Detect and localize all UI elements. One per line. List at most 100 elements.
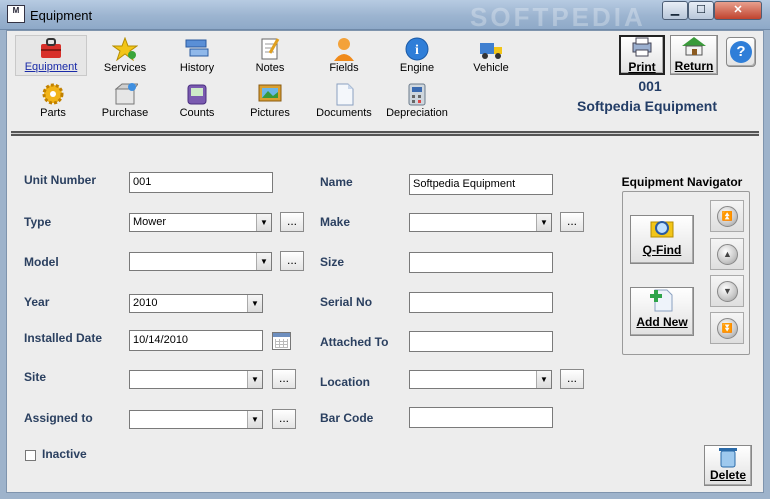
star-icon xyxy=(111,36,139,62)
model-select[interactable]: ▼ xyxy=(129,252,272,271)
type-select[interactable]: Mower ▼ xyxy=(129,213,272,232)
size-input[interactable] xyxy=(409,252,553,273)
unit-number-label: Unit Number xyxy=(24,173,96,187)
location-select[interactable]: ▼ xyxy=(409,370,552,389)
minimize-button[interactable]: ▁ xyxy=(662,1,688,20)
maximize-button[interactable]: ☐ xyxy=(688,1,714,20)
model-label: Model xyxy=(24,255,59,269)
notes-icon xyxy=(257,37,283,61)
add-new-button[interactable]: Add New xyxy=(630,287,694,336)
first-record-button[interactable]: ⏫ xyxy=(710,200,744,232)
help-icon: ? xyxy=(730,41,752,63)
chevron-down-icon[interactable]: ▼ xyxy=(247,371,262,388)
site-label: Site xyxy=(24,370,47,384)
tab-parts[interactable]: Parts xyxy=(17,82,89,119)
window-title: Equipment xyxy=(30,8,93,23)
tab-notes[interactable]: Notes xyxy=(234,37,306,74)
navigator-title: Equipment Navigator xyxy=(621,175,743,189)
last-record-button[interactable]: ⏬ xyxy=(710,312,744,344)
site-select[interactable]: ▼ xyxy=(129,370,263,389)
gear-icon xyxy=(40,82,66,106)
toolbox-icon xyxy=(38,36,64,60)
make-select[interactable]: ▼ xyxy=(409,213,552,232)
inactive-checkbox[interactable] xyxy=(25,450,36,461)
calculator-icon xyxy=(404,82,430,106)
location-label: Location xyxy=(320,375,370,389)
serial-no-input[interactable] xyxy=(409,292,553,313)
person-icon xyxy=(331,37,357,61)
tab-documents[interactable]: Documents xyxy=(308,82,380,119)
double-down-icon: ⏬ xyxy=(717,318,738,339)
help-button[interactable]: ? xyxy=(726,37,756,67)
app-icon[interactable]: M xyxy=(7,5,25,23)
attached-to-label: Attached To xyxy=(320,335,389,349)
counter-icon xyxy=(184,82,210,106)
double-up-icon: ⏫ xyxy=(717,206,738,227)
tab-counts[interactable]: Counts xyxy=(161,82,233,119)
history-icon xyxy=(184,37,210,61)
tab-depreciation[interactable]: Depreciation xyxy=(381,82,453,119)
document-icon xyxy=(331,82,357,106)
chevron-down-icon[interactable]: ▼ xyxy=(256,214,271,231)
next-record-button[interactable]: ▼ xyxy=(710,275,744,307)
tab-pictures[interactable]: Pictures xyxy=(234,82,306,119)
chevron-down-icon[interactable]: ▼ xyxy=(536,214,551,231)
watermark: SOFTPEDIA xyxy=(470,2,646,32)
title-bar[interactable]: M Equipment SOFTPEDIA ▁ ☐ ✕ xyxy=(0,0,770,32)
tab-history[interactable]: History xyxy=(161,37,233,74)
make-label: Make xyxy=(320,215,351,229)
previous-record-button[interactable]: ▲ xyxy=(710,238,744,270)
bar-code-input[interactable] xyxy=(409,407,553,428)
qfind-button[interactable]: Q-Find xyxy=(630,215,694,264)
truck-icon xyxy=(478,37,504,61)
info-icon: i xyxy=(404,37,430,61)
assigned-to-label: Assigned to xyxy=(24,411,93,425)
calendar-icon[interactable] xyxy=(272,332,291,350)
up-arrow-icon: ▲ xyxy=(717,244,738,265)
tab-engine[interactable]: i Engine xyxy=(381,37,453,74)
chevron-down-icon[interactable]: ▼ xyxy=(247,295,262,312)
attached-to-input[interactable] xyxy=(409,331,553,352)
picture-icon xyxy=(257,82,283,106)
size-label: Size xyxy=(320,255,345,269)
add-icon xyxy=(648,289,676,315)
installed-date-label: Installed Date xyxy=(24,331,103,345)
search-folder-icon xyxy=(648,221,676,243)
assigned-to-lookup-button[interactable]: ... xyxy=(272,409,296,429)
name-label: Name xyxy=(320,175,353,189)
chevron-down-icon[interactable]: ▼ xyxy=(536,371,551,388)
bar-code-label: Bar Code xyxy=(320,411,374,425)
assigned-to-select[interactable]: ▼ xyxy=(129,410,263,429)
print-button[interactable]: Print xyxy=(619,35,665,75)
equipment-form: Equipment Services History Notes Fields … xyxy=(6,30,764,493)
chevron-down-icon[interactable]: ▼ xyxy=(256,253,271,270)
tab-equipment[interactable]: Equipment xyxy=(15,35,87,76)
down-arrow-icon: ▼ xyxy=(717,281,738,302)
tab-purchase[interactable]: Purchase xyxy=(89,82,161,119)
close-button[interactable]: ✕ xyxy=(714,1,762,20)
name-input[interactable]: Softpedia Equipment xyxy=(409,174,553,195)
type-lookup-button[interactable]: ... xyxy=(280,212,304,232)
equipment-number-display: 001 xyxy=(638,78,662,94)
year-label: Year xyxy=(24,295,50,309)
serial-no-label: Serial No xyxy=(320,295,373,309)
box-icon xyxy=(112,82,140,106)
make-lookup-button[interactable]: ... xyxy=(560,212,584,232)
year-select[interactable]: 2010 ▼ xyxy=(129,294,263,313)
printer-icon xyxy=(629,37,655,60)
return-button[interactable]: Return xyxy=(670,35,718,75)
unit-number-input[interactable]: 001 xyxy=(129,172,273,193)
tab-fields[interactable]: Fields xyxy=(308,37,380,74)
location-lookup-button[interactable]: ... xyxy=(560,369,584,389)
site-lookup-button[interactable]: ... xyxy=(272,369,296,389)
type-label: Type xyxy=(24,215,52,229)
delete-button[interactable]: Delete xyxy=(704,445,752,486)
equipment-name-display: Softpedia Equipment xyxy=(577,98,717,114)
installed-date-input[interactable]: 10/14/2010 xyxy=(129,330,263,351)
tab-vehicle[interactable]: Vehicle xyxy=(455,37,527,74)
model-lookup-button[interactable]: ... xyxy=(280,251,304,271)
chevron-down-icon[interactable]: ▼ xyxy=(247,411,262,428)
separator xyxy=(11,131,759,136)
tab-services[interactable]: Services xyxy=(89,36,161,74)
inactive-label: Inactive xyxy=(42,447,87,461)
